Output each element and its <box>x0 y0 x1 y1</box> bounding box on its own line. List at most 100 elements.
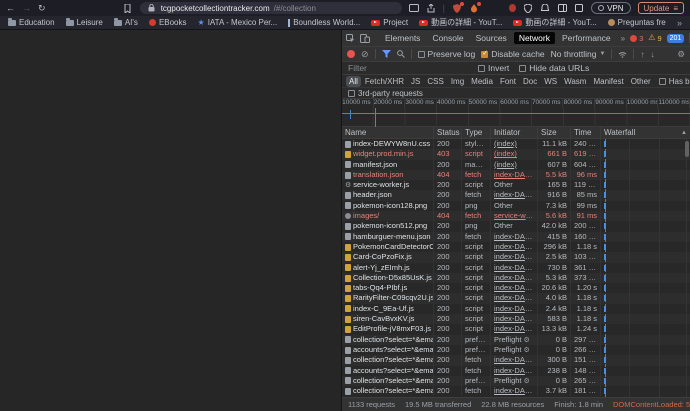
column-header-time[interactable]: Time <box>571 127 601 138</box>
type-chip-ws[interactable]: WS <box>541 76 560 87</box>
more-tabs-chevron[interactable]: » <box>621 34 625 43</box>
request-row[interactable]: accounts?select=*&email=eq…200preflightP… <box>342 345 690 355</box>
filter-funnel-icon[interactable] <box>382 50 391 58</box>
request-row[interactable]: accounts?select=*&email=eq…200fetchindex… <box>342 366 690 376</box>
bookmark-item[interactable]: Preguntas frecuen... <box>608 18 666 27</box>
initiator-link[interactable]: index-DAtTRu… <box>494 314 538 323</box>
initiator-link[interactable]: index-DAtTRu… <box>494 263 538 272</box>
disable-cache-checkbox[interactable]: Disable cache <box>481 49 544 59</box>
initiator-link[interactable]: index-DAtTRu… <box>494 252 538 261</box>
request-row[interactable]: pokemon-icon512.png200pngOther42.0 kB200… <box>342 221 690 231</box>
tab-sources[interactable]: Sources <box>471 32 512 44</box>
sidebar-toggle-icon[interactable] <box>557 3 567 14</box>
type-chip-js[interactable]: JS <box>408 76 423 87</box>
tab-elements[interactable]: Elements <box>380 32 425 44</box>
initiator-link[interactable]: index-DAtTRu… <box>494 386 538 395</box>
inspect-element-icon[interactable] <box>346 34 355 43</box>
bookmark-item[interactable]: 動画の詳細 - YouT... <box>513 17 596 28</box>
initiator-link[interactable]: index-DAtTRu… <box>494 304 538 313</box>
initiator-link[interactable]: index-DAtTRu… <box>494 283 538 292</box>
page-content-area[interactable] <box>0 30 341 411</box>
vpn-button[interactable]: VPN <box>591 2 630 14</box>
column-header-status[interactable]: Status <box>434 127 462 138</box>
request-row[interactable]: collection?select=*&email=e…200preflight… <box>342 335 690 345</box>
reload-button[interactable]: ↻ <box>38 0 46 16</box>
request-row[interactable]: index-C_9Ea-Uf.js200scriptindex-DAtTRu…2… <box>342 304 690 314</box>
request-row[interactable]: hamburguer-menu.json200fetchindex-DAtTRu… <box>342 232 690 242</box>
extension-red-icon[interactable] <box>509 4 516 12</box>
initiator-link[interactable]: (index) <box>494 149 517 158</box>
request-row[interactable]: widget.prod.min.js403script(index)661 B6… <box>342 149 690 159</box>
record-network-log-button[interactable] <box>347 50 355 58</box>
request-row[interactable]: collection?select=*&email=e…200fetchinde… <box>342 355 690 365</box>
network-overview-timeline[interactable]: 10000 ms20000 ms30000 ms40000 ms50000 ms… <box>342 99 690 127</box>
column-header-name[interactable]: Name <box>342 127 434 138</box>
bookmark-item[interactable]: Boundless World... <box>288 18 360 27</box>
request-row[interactable]: ⚙service-worker.js200scriptOther165 B119… <box>342 180 690 190</box>
tab-capture-icon[interactable] <box>409 3 419 14</box>
tab-group-icon[interactable] <box>574 3 584 14</box>
initiator-link[interactable]: index-DAtTRu… <box>494 170 538 179</box>
extension-shield-icon[interactable] <box>523 3 533 14</box>
request-row[interactable]: EditProfile-jV8mxF03.js200scriptindex-DA… <box>342 324 690 334</box>
type-chip-css[interactable]: CSS <box>424 76 446 87</box>
bookmark-sidebar-icon[interactable] <box>123 3 133 14</box>
initiator-link[interactable]: index-DAtTRu… <box>494 242 538 251</box>
export-har-icon[interactable]: ↓ <box>650 50 654 59</box>
initiator-link[interactable]: index-DAtTRu… <box>494 190 538 199</box>
invert-checkbox[interactable]: Invert <box>478 63 509 73</box>
request-row[interactable]: siren-CavBvxKV.js200scriptindex-DAtTRu…5… <box>342 314 690 324</box>
tab-console[interactable]: Console <box>427 32 468 44</box>
extension-bell-icon[interactable] <box>540 3 550 14</box>
column-header-waterfall[interactable]: Waterfall▲ <box>601 127 690 138</box>
bookmark-item[interactable]: Education <box>8 18 55 27</box>
type-chip-wasm[interactable]: Wasm <box>561 76 589 87</box>
brave-shields-icon[interactable] <box>452 3 462 14</box>
request-row[interactable]: manifest.json200manifest(index)607 B604 … <box>342 160 690 170</box>
request-row[interactable]: Card-CoPzoFix.js200scriptindex-DAtTRu…2.… <box>342 252 690 262</box>
column-header-initiator[interactable]: Initiator <box>491 127 538 138</box>
type-chip-media[interactable]: Media <box>468 76 496 87</box>
import-har-icon[interactable]: ↑ <box>640 50 644 59</box>
share-icon[interactable] <box>426 3 436 14</box>
initiator-link[interactable]: service-worke… <box>494 211 538 220</box>
request-row[interactable]: images/404fetchservice-worke…5.6 kB91 ms <box>342 211 690 221</box>
initiator-link[interactable]: (index) <box>494 139 517 148</box>
initiator-link[interactable]: index-DAtTRu… <box>494 232 538 241</box>
initiator-link[interactable]: index-DAtTRu… <box>494 293 538 302</box>
filter-input[interactable]: Filter <box>348 63 468 73</box>
bookmark-item[interactable]: 動画の詳細 - YouT... <box>419 17 502 28</box>
has-blocked-cookies-checkbox[interactable]: Has blocked cookies <box>659 77 690 86</box>
bookmark-item[interactable]: AI's <box>114 18 138 27</box>
type-chip-doc[interactable]: Doc <box>520 76 540 87</box>
bookmark-item[interactable]: EBooks <box>149 18 187 27</box>
request-row[interactable]: header.json200fetchindex-DAtTRu…916 B85 … <box>342 190 690 200</box>
back-button[interactable]: ← <box>6 0 15 16</box>
extension-flame-icon[interactable] <box>469 3 479 14</box>
network-conditions-icon[interactable] <box>618 51 627 58</box>
tab-network[interactable]: Network <box>514 32 555 44</box>
update-button[interactable]: Update ≡ <box>638 2 684 14</box>
forward-button[interactable]: → <box>22 0 31 16</box>
hide-data-urls-checkbox[interactable]: Hide data URLs <box>519 63 589 73</box>
request-row[interactable]: PokemonCardDetectorComp…200scriptindex-D… <box>342 242 690 252</box>
request-row[interactable]: index-DEWYW8nU.css200stylesh…(index)11.1… <box>342 139 690 149</box>
issues-badge[interactable]: 201 <box>667 34 685 43</box>
clear-network-log-icon[interactable]: ⊘ <box>361 50 369 59</box>
request-row[interactable]: Collection-D5x85UsK.js200scriptindex-DAt… <box>342 273 690 283</box>
column-header-type[interactable]: Type <box>462 127 491 138</box>
initiator-link[interactable]: (index) <box>494 160 517 169</box>
device-toolbar-icon[interactable] <box>360 34 370 43</box>
request-row[interactable]: RarityFilter-C09cqv2U.js200scriptindex-D… <box>342 293 690 303</box>
initiator-link[interactable]: index-DAtTRu… <box>494 366 538 375</box>
bookmark-item[interactable]: Leisure <box>66 18 103 27</box>
initiator-link[interactable]: index-DAtTRu… <box>494 324 538 333</box>
preserve-log-checkbox[interactable]: Preserve log <box>418 49 476 59</box>
type-chip-other[interactable]: Other <box>628 76 654 87</box>
type-chip-all[interactable]: All <box>346 76 361 87</box>
network-settings-icon[interactable]: ⚙ <box>677 49 685 60</box>
column-header-size[interactable]: Size <box>538 127 571 138</box>
initiator-link[interactable]: index-DAtTRu… <box>494 355 538 364</box>
address-bar[interactable]: tcgpocketcollectiontracker.com/#/collect… <box>140 2 402 14</box>
warning-badge[interactable]: ⚠ 9 <box>648 34 661 43</box>
